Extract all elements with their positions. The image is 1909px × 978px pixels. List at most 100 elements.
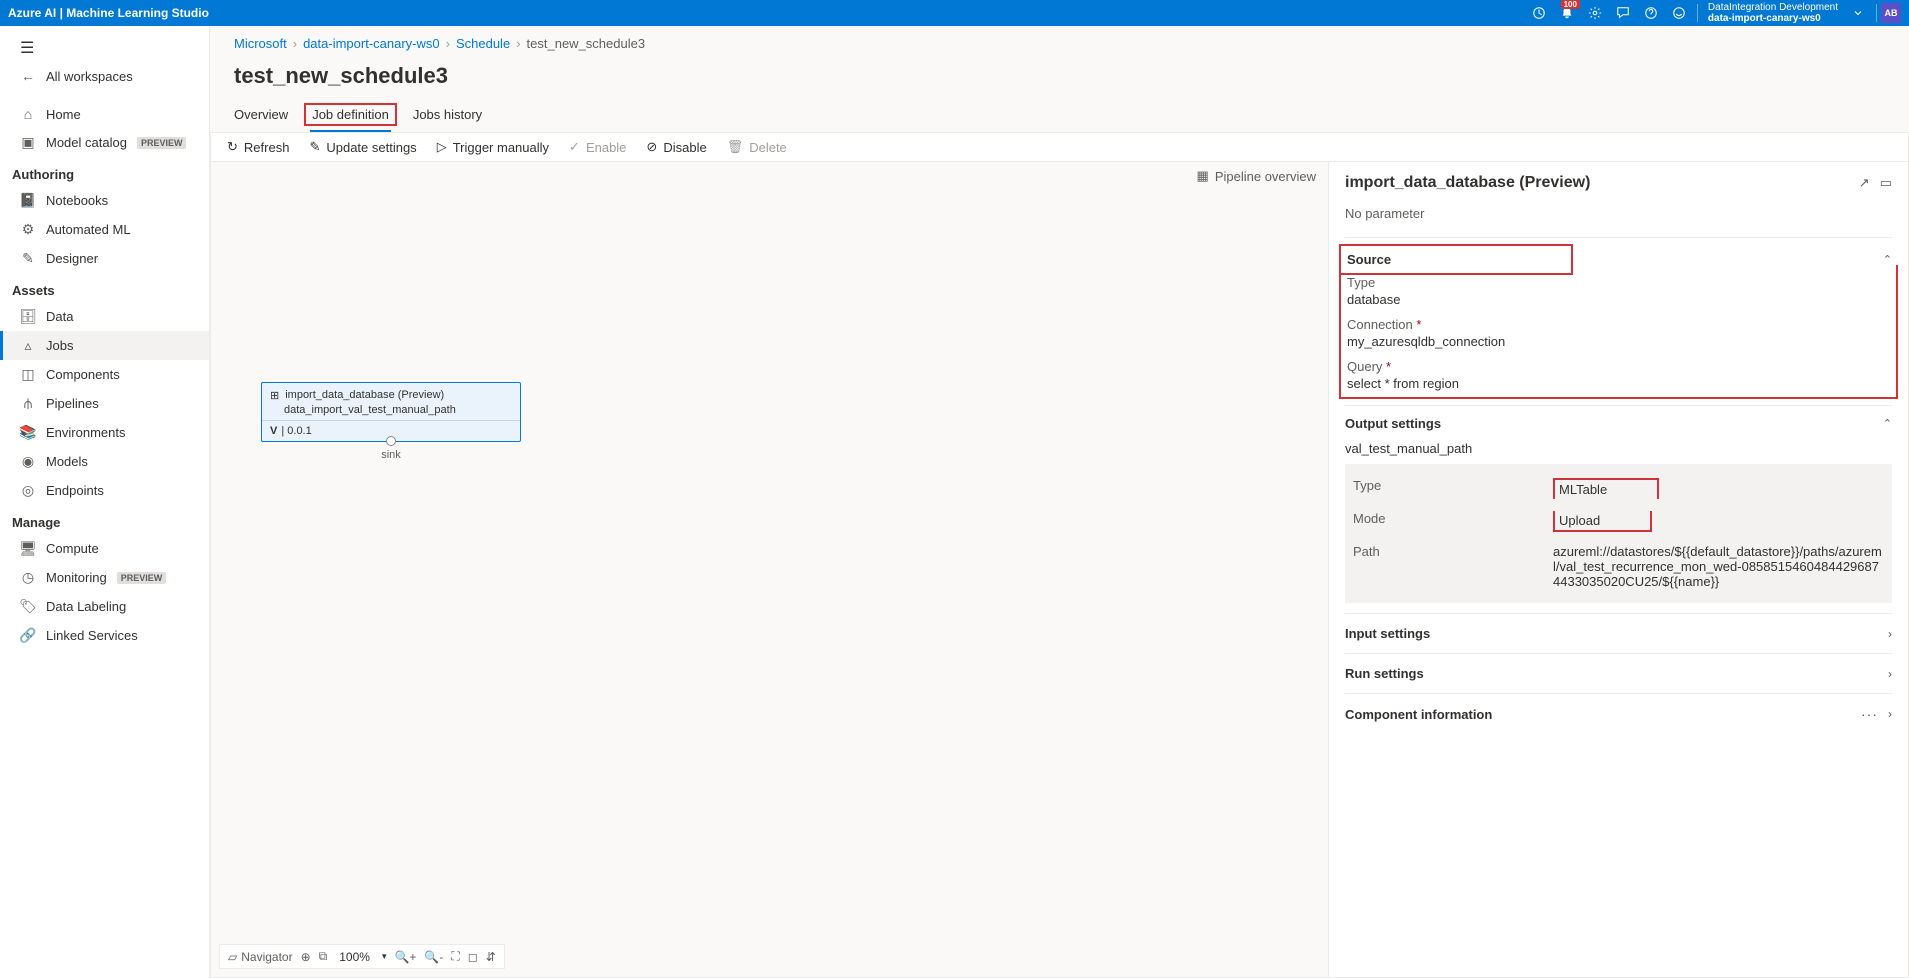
input-settings-section[interactable]: Input settings › (1345, 613, 1892, 653)
trash-icon: 🗑 (727, 139, 744, 155)
node-subtitle: data_import_val_test_manual_path (284, 404, 520, 420)
automl-icon: ⚙ (20, 221, 36, 238)
sidebar-label: Notebooks (46, 193, 108, 208)
sidebar-item-models[interactable]: ◉ Models (0, 447, 209, 476)
output-path-label: Path (1353, 544, 1553, 589)
breadcrumb: Microsoft› data-import-canary-ws0› Sched… (234, 36, 1885, 51)
source-section-header[interactable]: Source ⌃ (1345, 248, 1892, 271)
chevron-up-icon: ⌃ (1883, 417, 1892, 430)
sidebar-item-compute[interactable]: 🖥 Compute (0, 534, 209, 563)
refresh-button[interactable]: ↻Refresh (227, 139, 289, 155)
sidebar-label: Pipelines (46, 396, 99, 411)
link-icon: 🔗 (20, 627, 36, 644)
output-path-value: azureml://datastores/${{default_datastor… (1553, 544, 1884, 589)
chevron-right-icon: › (1888, 627, 1892, 641)
chevron-down-icon[interactable]: ▾ (382, 951, 387, 962)
node-title: import_data_database (Preview) (285, 389, 444, 401)
notebook-icon: 📓 (20, 192, 36, 209)
pipeline-canvas[interactable]: ▦ Pipeline overview ⊞ import_data_databa… (211, 162, 1328, 977)
sidebar-item-endpoints[interactable]: ◎ Endpoints (0, 476, 209, 505)
sidebar-item-home[interactable]: ⌂ Home (0, 100, 209, 128)
sidebar-item-environments[interactable]: 📚 Environments (0, 418, 209, 447)
breadcrumb-current: test_new_schedule3 (527, 36, 646, 51)
update-settings-button[interactable]: ✎Update settings (309, 139, 416, 155)
feedback-icon[interactable] (1609, 0, 1637, 26)
sidebar-label: Components (46, 367, 120, 382)
workspace-switcher[interactable]: DataIntegration Development data-import-… (1702, 2, 1844, 24)
tab-jobs-history[interactable]: Jobs history (413, 107, 482, 132)
output-settings-section: Output settings ⌃ val_test_manual_path T… (1345, 405, 1892, 613)
sidebar-section-manage: Manage (0, 505, 209, 534)
sidebar-item-components[interactable]: ◫ Components (0, 360, 209, 389)
breadcrumb-link[interactable]: Schedule (456, 36, 510, 51)
help-icon[interactable] (1637, 0, 1665, 26)
output-type-value: MLTable (1553, 478, 1659, 499)
more-icon[interactable]: ··· (1861, 706, 1878, 722)
actual-size-icon[interactable]: ◻ (468, 950, 478, 964)
main-content: Microsoft › data-import-canary-ws0 › Sched… (210, 26, 1909, 978)
zoom-in-icon[interactable]: 🔍+ (394, 950, 416, 964)
expand-icon[interactable]: ↗ (1859, 175, 1870, 191)
sidebar-item-data-labeling[interactable]: 🏷 Data Labeling (0, 592, 209, 621)
run-settings-section[interactable]: Run settings › (1345, 653, 1892, 693)
monitoring-icon: ◷ (20, 569, 36, 586)
chevron-right-icon: › (1888, 707, 1892, 721)
screenshot-icon[interactable]: ⧉ (319, 949, 328, 964)
sidebar-item-data[interactable]: 🗄 Data (0, 302, 209, 331)
locate-icon[interactable]: ⊕ (301, 950, 311, 964)
menu-toggle-icon[interactable]: ☰ (0, 34, 209, 62)
disable-button[interactable]: ⊘Disable (646, 139, 706, 155)
sidebar-item-all-workspaces[interactable]: ← All workspaces (0, 62, 209, 90)
fit-icon[interactable]: ⛶ (451, 949, 459, 964)
output-mode-label: Mode (1353, 511, 1553, 532)
sidebar-item-automl[interactable]: ⚙ Automated ML (0, 215, 209, 244)
tab-overview[interactable]: Overview (234, 107, 288, 132)
sidebar-item-monitoring[interactable]: ◷ Monitoring PREVIEW (0, 563, 209, 592)
pipeline-node[interactable]: ⊞ import_data_database (Preview) data_im… (261, 382, 521, 442)
sidebar-item-notebooks[interactable]: 📓 Notebooks (0, 186, 209, 215)
jobs-icon: ▵ (20, 337, 36, 354)
panel-icon: ▦ (1197, 168, 1209, 184)
sidebar-item-designer[interactable]: ✎ Designer (0, 244, 209, 273)
pipeline-overview-button[interactable]: ▦ Pipeline overview (1197, 168, 1316, 184)
output-settings-header[interactable]: Output settings ⌃ (1345, 416, 1892, 431)
layout-icon[interactable]: ⇵ (486, 950, 496, 964)
component-icon: ⊞ (270, 389, 279, 402)
sidebar-item-pipelines[interactable]: ⫛ Pipelines (0, 389, 209, 418)
output-port[interactable] (386, 436, 396, 446)
zoom-level[interactable]: 100% (339, 950, 370, 964)
details-title: import_data_database (Preview) (1345, 174, 1859, 192)
sidebar-item-jobs[interactable]: ▵ Jobs (0, 331, 209, 360)
sidebar-label: Models (46, 454, 88, 469)
fullscreen-icon[interactable]: ▭ (1880, 175, 1892, 191)
notification-badge: 100 (1561, 0, 1580, 9)
play-icon: ▷ (437, 139, 447, 155)
component-information-section[interactable]: Component information ··· › (1345, 693, 1892, 734)
output-subtitle: val_test_manual_path (1345, 441, 1892, 456)
sidebar-item-linked-services[interactable]: 🔗 Linked Services (0, 621, 209, 650)
source-type-value: database (1347, 292, 1890, 307)
sidebar-item-model-catalog[interactable]: ▣ Model catalog PREVIEW (0, 128, 209, 157)
labeling-icon: 🏷 (20, 598, 36, 615)
environments-icon: 📚 (20, 424, 36, 441)
tab-job-definition[interactable]: Job definition (310, 107, 391, 132)
navigator-button[interactable]: ▱Navigator (228, 950, 293, 964)
trigger-manually-button[interactable]: ▷Trigger manually (437, 139, 549, 155)
notifications-icon[interactable]: 100 (1553, 0, 1581, 26)
workspace-chevron-icon[interactable] (1844, 0, 1872, 26)
enable-button: ✓Enable (569, 139, 626, 155)
sidebar-section-assets: Assets (0, 273, 209, 302)
breadcrumb-link[interactable]: data-import-canary-ws0 (303, 36, 440, 51)
zoom-out-icon[interactable]: 🔍- (424, 950, 443, 964)
chevron-right-icon: › (1888, 667, 1892, 681)
breadcrumb-link[interactable]: Microsoft (234, 36, 287, 51)
sidebar-label: Compute (46, 541, 99, 556)
sidebar-label: Home (46, 107, 81, 122)
avatar[interactable]: AB (1881, 3, 1901, 23)
history-icon[interactable] (1525, 0, 1553, 26)
pipelines-icon: ⫛ (20, 395, 36, 412)
smile-icon[interactable] (1665, 0, 1693, 26)
sidebar: ☰ ← All workspaces ⌂ Home ▣ Model catalo… (0, 26, 210, 978)
output-mode-value: Upload (1553, 511, 1652, 532)
settings-icon[interactable] (1581, 0, 1609, 26)
